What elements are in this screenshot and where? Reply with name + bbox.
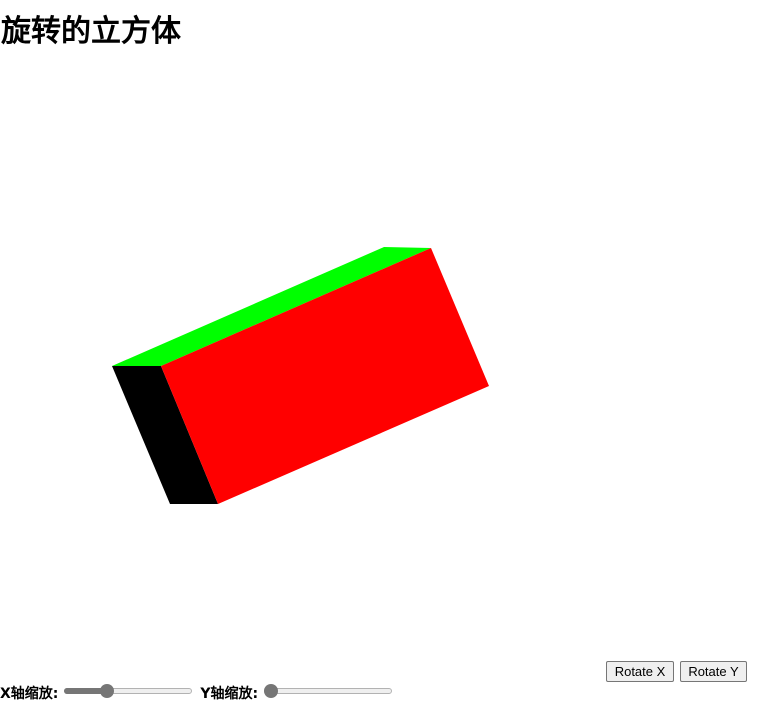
scale-controls: X轴缩放: Y轴缩放:	[0, 683, 400, 705]
x-scale-slider[interactable]	[64, 683, 193, 699]
cube-scene	[112, 247, 489, 504]
y-scale-slider[interactable]	[264, 683, 393, 699]
rotate-y-button[interactable]: Rotate Y	[680, 661, 747, 682]
y-scale-track	[264, 688, 393, 694]
rotate-x-button[interactable]: Rotate X	[606, 661, 674, 682]
x-scale-label: X轴缩放:	[0, 686, 59, 702]
y-scale-thumb[interactable]	[264, 684, 279, 698]
x-scale-thumb[interactable]	[99, 684, 114, 698]
y-scale-label: Y轴缩放:	[200, 686, 259, 702]
